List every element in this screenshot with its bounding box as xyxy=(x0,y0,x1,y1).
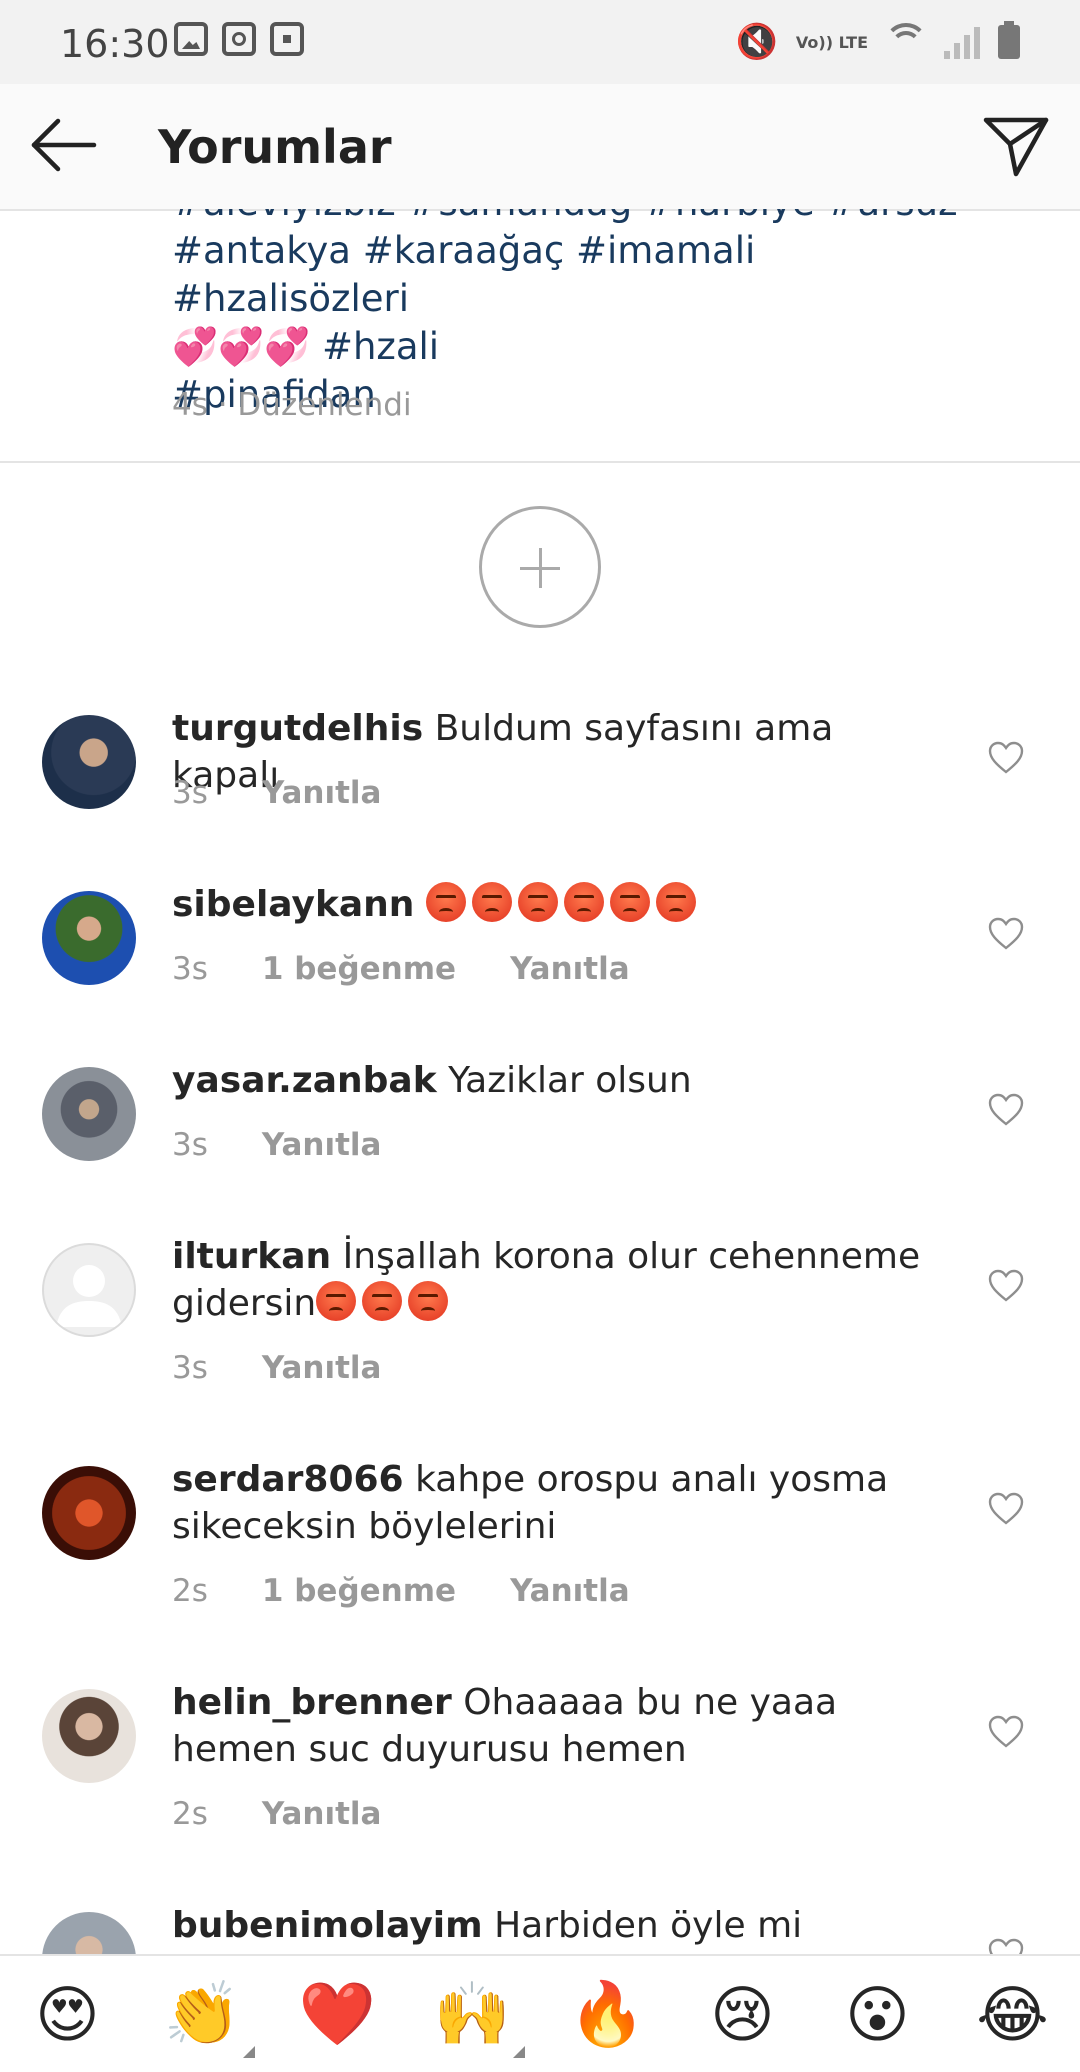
raising-hands-emoji-button[interactable]: 🙌 xyxy=(433,1977,525,2058)
angry-face-icon xyxy=(563,882,604,922)
back-arrow-icon xyxy=(31,118,97,172)
comment-text: yasar.zanbak Yaziklar olsun xyxy=(172,1057,932,1104)
comment-username[interactable]: bubenimolayim xyxy=(172,1905,483,1946)
like-heart-icon[interactable] xyxy=(988,1715,1024,1749)
app-icon xyxy=(270,22,304,56)
avatar[interactable] xyxy=(42,891,136,985)
caption-hashtags-line[interactable]: #aleviyizbiz #samandağ #harbiye #arsuz xyxy=(172,209,992,227)
angry-face-icon xyxy=(609,882,650,922)
angry-face-icon xyxy=(316,1281,357,1321)
share-button[interactable] xyxy=(978,108,1052,182)
surprised-emoji-button[interactable]: 😮 xyxy=(842,1978,914,2051)
comment-meta: 3s Yanıtla xyxy=(172,775,435,811)
like-heart-icon[interactable] xyxy=(988,1093,1024,1127)
default-user-icon xyxy=(56,1265,122,1327)
reply-button[interactable]: Yanıtla xyxy=(510,1573,630,1609)
emoji-quick-bar: 😍 👏 ❤️ 🙌 🔥 😢 😮 😂 xyxy=(0,1954,1080,2072)
comment-time: 2s xyxy=(172,1573,208,1609)
reply-button[interactable]: Yanıtla xyxy=(262,1127,382,1163)
comment-username[interactable]: ilturkan xyxy=(172,1236,331,1277)
comment-username[interactable]: turgutdelhis xyxy=(172,708,423,749)
avatar[interactable] xyxy=(42,1689,136,1783)
download-icon xyxy=(222,22,256,56)
comment-username[interactable]: sibelaykann xyxy=(172,884,414,925)
avatar[interactable] xyxy=(42,715,136,809)
post-caption: #aleviyizbiz #samandağ #harbiye #arsuz #… xyxy=(0,209,1080,462)
caption-hashtags-line[interactable]: 💞💞💞 #hzali xyxy=(172,323,992,371)
angry-face-icon xyxy=(655,882,696,922)
fire-emoji-button[interactable]: 🔥 xyxy=(569,1977,646,2050)
comment-time: 2s xyxy=(172,1796,208,1832)
likes-count[interactable]: 1 beğenme xyxy=(262,1573,456,1609)
signal-icon xyxy=(944,25,980,59)
comment-time: 3s xyxy=(172,775,208,811)
likes-count[interactable]: 1 beğenme xyxy=(262,951,456,987)
comment-meta: 2s 1 beğenme Yanıtla xyxy=(172,1573,684,1609)
raising-hands-emoji: 🙌 xyxy=(433,1977,512,2050)
avatar[interactable] xyxy=(42,1243,136,1337)
clapping-emoji: 👏 xyxy=(163,1977,242,2050)
variants-indicator-icon xyxy=(242,2046,255,2058)
comments-header: Yorumlar xyxy=(0,84,1080,211)
reply-button[interactable]: Yanıtla xyxy=(510,951,630,987)
like-heart-icon[interactable] xyxy=(988,1492,1024,1526)
comment-text: sibelaykann xyxy=(172,881,932,928)
reply-button[interactable]: Yanıtla xyxy=(262,1796,382,1832)
avatar[interactable] xyxy=(42,1067,136,1161)
status-bar: 16:30 🔇 Vo)) LTE xyxy=(0,0,1080,84)
comment-text: serdar8066 kahpe orospu analı yosma sike… xyxy=(172,1456,932,1550)
comment-time: 3s xyxy=(172,1127,208,1163)
comment-time: 3s xyxy=(172,1350,208,1386)
comment-username[interactable]: serdar8066 xyxy=(172,1459,404,1500)
system-icons: 🔇 Vo)) LTE xyxy=(735,21,1020,62)
angry-face-icon xyxy=(425,882,466,922)
wifi-icon xyxy=(884,23,928,59)
comment-emojis xyxy=(425,882,702,925)
variants-indicator-icon xyxy=(512,2046,525,2058)
laughing-emoji-button[interactable]: 😂 xyxy=(976,1978,1048,2051)
caption-meta: 4s · Düzenlendi xyxy=(172,387,412,423)
angry-face-icon xyxy=(362,1281,403,1321)
volte-icon: Vo)) LTE xyxy=(795,32,868,52)
comment-meta: 3s 1 beğenme Yanıtla xyxy=(172,951,684,987)
caption-hashtags-line[interactable]: #antakya #karaağaç #imamali #hzalisözler… xyxy=(172,227,992,323)
comment-text: ilturkan İnşallah korona olur cehenneme … xyxy=(172,1233,932,1327)
send-icon xyxy=(983,117,1049,177)
avatar[interactable] xyxy=(42,1466,136,1560)
angry-face-icon xyxy=(517,882,558,922)
like-heart-icon[interactable] xyxy=(988,741,1024,775)
status-time: 16:30 xyxy=(60,22,170,66)
comment-username[interactable]: helin_brenner xyxy=(172,1682,452,1723)
comment-time: 3s xyxy=(172,951,208,987)
crying-emoji-button[interactable]: 😢 xyxy=(707,1978,779,2051)
reply-button[interactable]: Yanıtla xyxy=(262,1350,382,1386)
heart-eyes-emoji-button[interactable]: 😍 xyxy=(32,1978,104,2051)
reply-button[interactable]: Yanıtla xyxy=(262,775,382,811)
divider xyxy=(0,461,1080,463)
clapping-emoji-button[interactable]: 👏 xyxy=(163,1977,255,2058)
red-heart-emoji-button[interactable]: ❤️ xyxy=(299,1977,376,2050)
comment-meta: 2s Yanıtla xyxy=(172,1796,435,1832)
like-heart-icon[interactable] xyxy=(988,917,1024,951)
angry-face-icon xyxy=(408,1281,449,1321)
battery-icon xyxy=(998,21,1020,59)
mute-icon: 🔇 xyxy=(735,22,778,62)
gallery-icon xyxy=(174,22,208,56)
comment-meta: 3s Yanıtla xyxy=(172,1350,435,1386)
comment-username[interactable]: yasar.zanbak xyxy=(172,1060,437,1101)
comment-text: helin_brenner Ohaaaaa bu ne yaaa hemen s… xyxy=(172,1679,932,1773)
load-more-comments-button[interactable] xyxy=(479,506,601,628)
like-heart-icon[interactable] xyxy=(988,1269,1024,1303)
back-button[interactable] xyxy=(28,108,102,182)
notification-icons xyxy=(174,22,304,56)
page-title: Yorumlar xyxy=(158,120,392,174)
comment-meta: 3s Yanıtla xyxy=(172,1127,435,1163)
comment-body: Yaziklar olsun xyxy=(448,1060,692,1101)
angry-face-icon xyxy=(471,882,512,922)
